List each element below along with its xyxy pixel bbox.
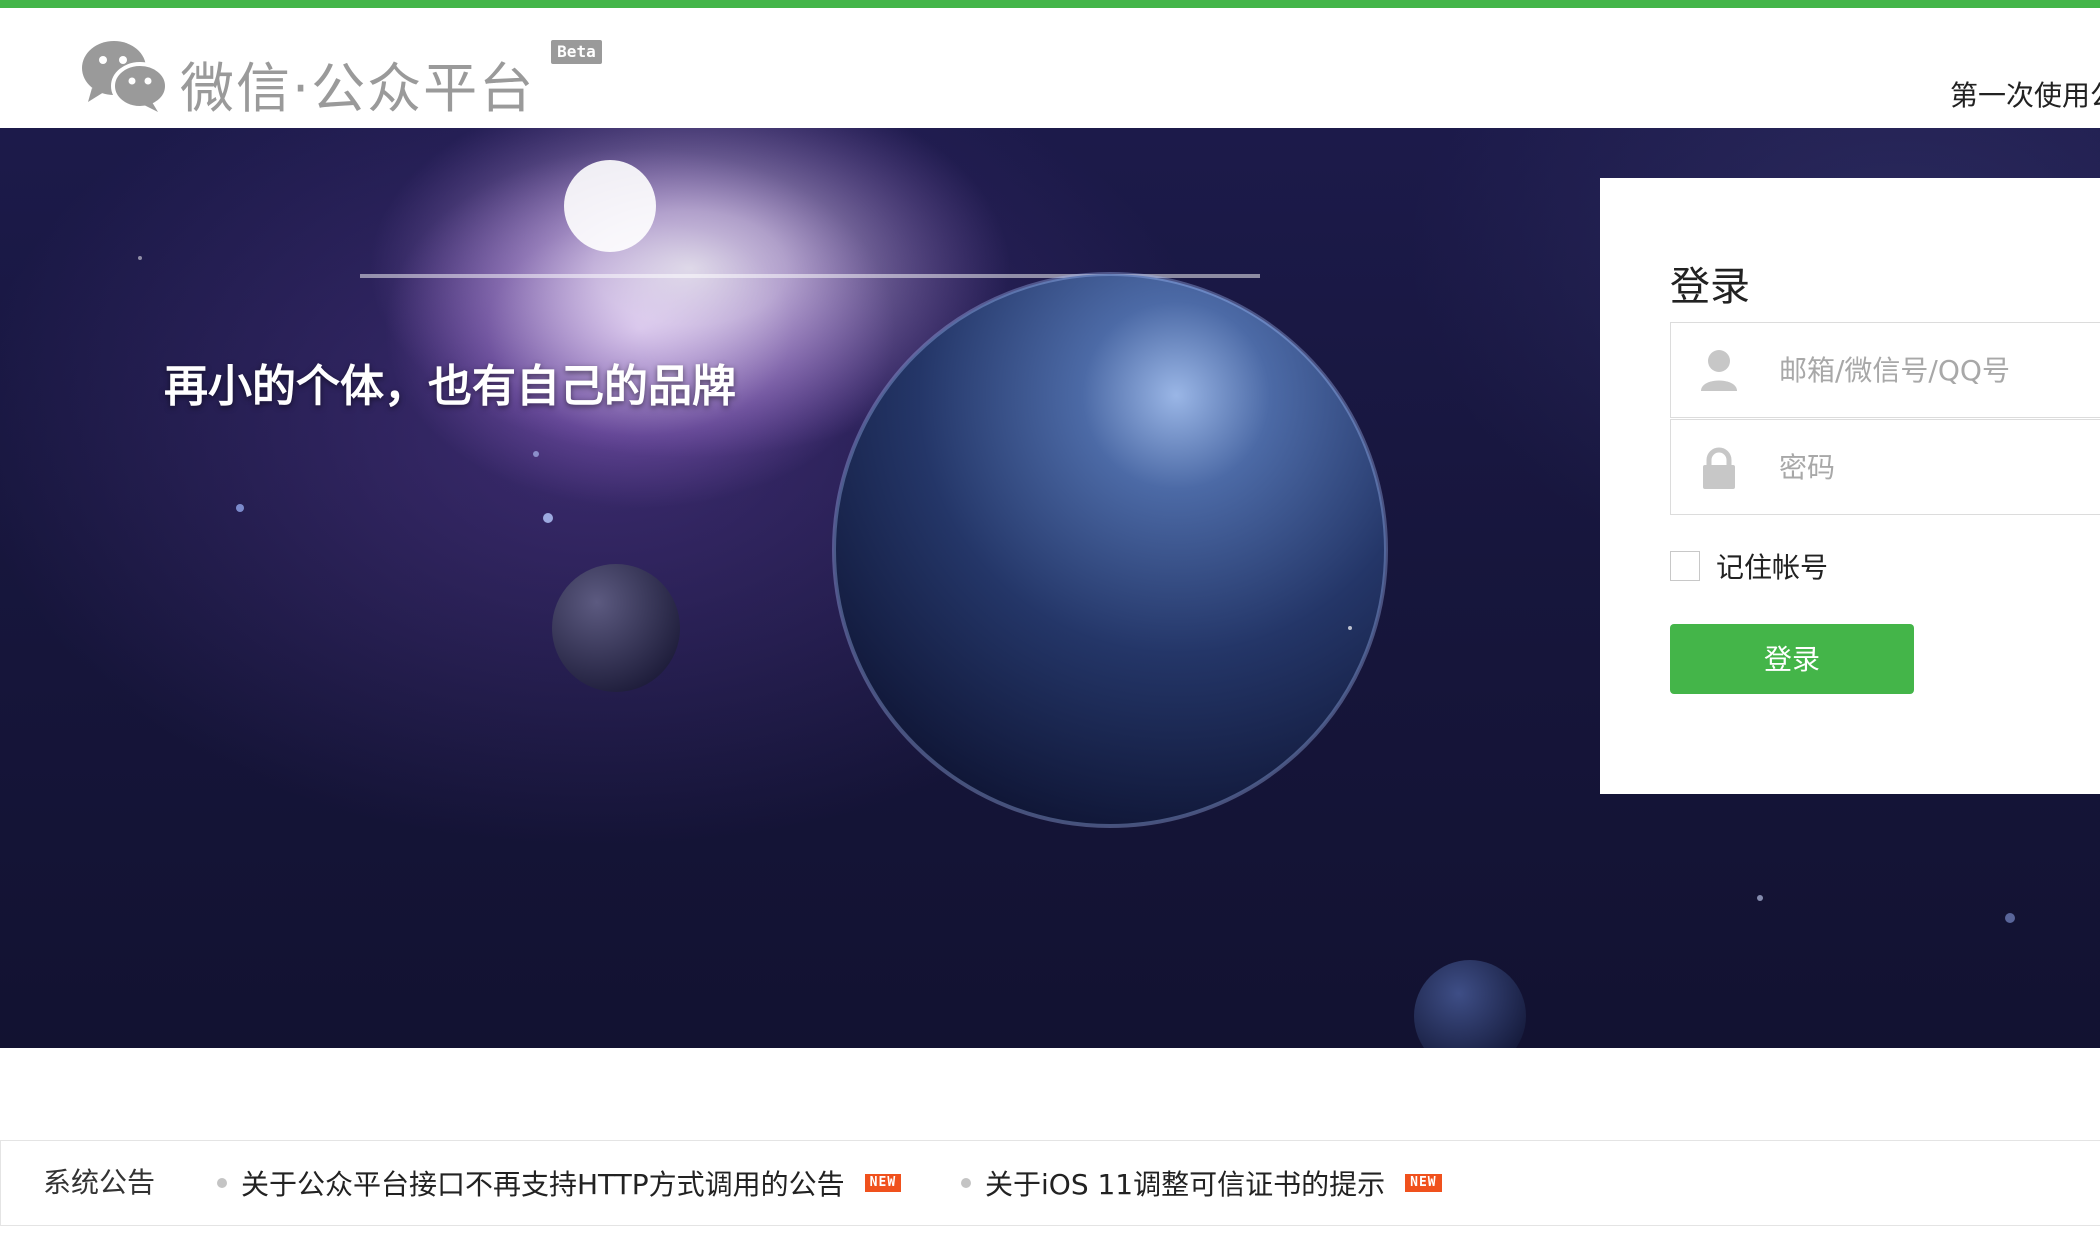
bullet-icon [961, 1178, 971, 1188]
lock-icon [1703, 447, 1735, 489]
banner-tagline: 再小的个体，也有自己的品牌 [164, 361, 736, 412]
beta-badge: Beta [551, 40, 602, 64]
site-logo[interactable]: 微信·公众平台 Beta [80, 36, 602, 120]
new-badge: NEW [864, 1174, 902, 1192]
notice-link[interactable]: 关于iOS 11调整可信证书的提示 [985, 1163, 1385, 1203]
remember-checkbox[interactable] [1670, 551, 1700, 581]
account-input[interactable] [1779, 323, 2100, 417]
notice-link[interactable]: 关于公众平台接口不再支持HTTP方式调用的公告 [241, 1163, 845, 1203]
notice-item[interactable]: 关于公众平台接口不再支持HTTP方式调用的公告 NEW [217, 1141, 902, 1225]
login-panel: 登录 记住帐号 登录 [1600, 178, 2100, 794]
notice-item[interactable]: 关于iOS 11调整可信证书的提示 NEW [961, 1141, 1442, 1225]
user-icon [1701, 350, 1737, 391]
first-use-link[interactable]: 第一次使用公 [1950, 74, 2100, 114]
remember-account[interactable]: 记住帐号 [1670, 546, 1828, 586]
logo-text: 微信·公众平台 [180, 57, 536, 120]
notice-label: 系统公告 [43, 1166, 156, 1199]
login-title: 登录 [1670, 264, 1750, 310]
password-field [1670, 419, 2100, 515]
account-field [1670, 322, 2100, 418]
system-notice-bar: 系统公告 关于公众平台接口不再支持HTTP方式调用的公告 NEW 关于iOS 1… [0, 1140, 2100, 1226]
login-button[interactable]: 登录 [1670, 624, 1914, 694]
top-accent-stripe [0, 0, 2100, 8]
remember-label: 记住帐号 [1716, 551, 1829, 584]
wechat-bubbles-icon [82, 41, 168, 112]
site-header: 微信·公众平台 Beta 第一次使用公 [0, 8, 2100, 128]
password-input[interactable] [1779, 420, 2100, 514]
bullet-icon [217, 1178, 227, 1188]
new-badge: NEW [1405, 1174, 1442, 1192]
